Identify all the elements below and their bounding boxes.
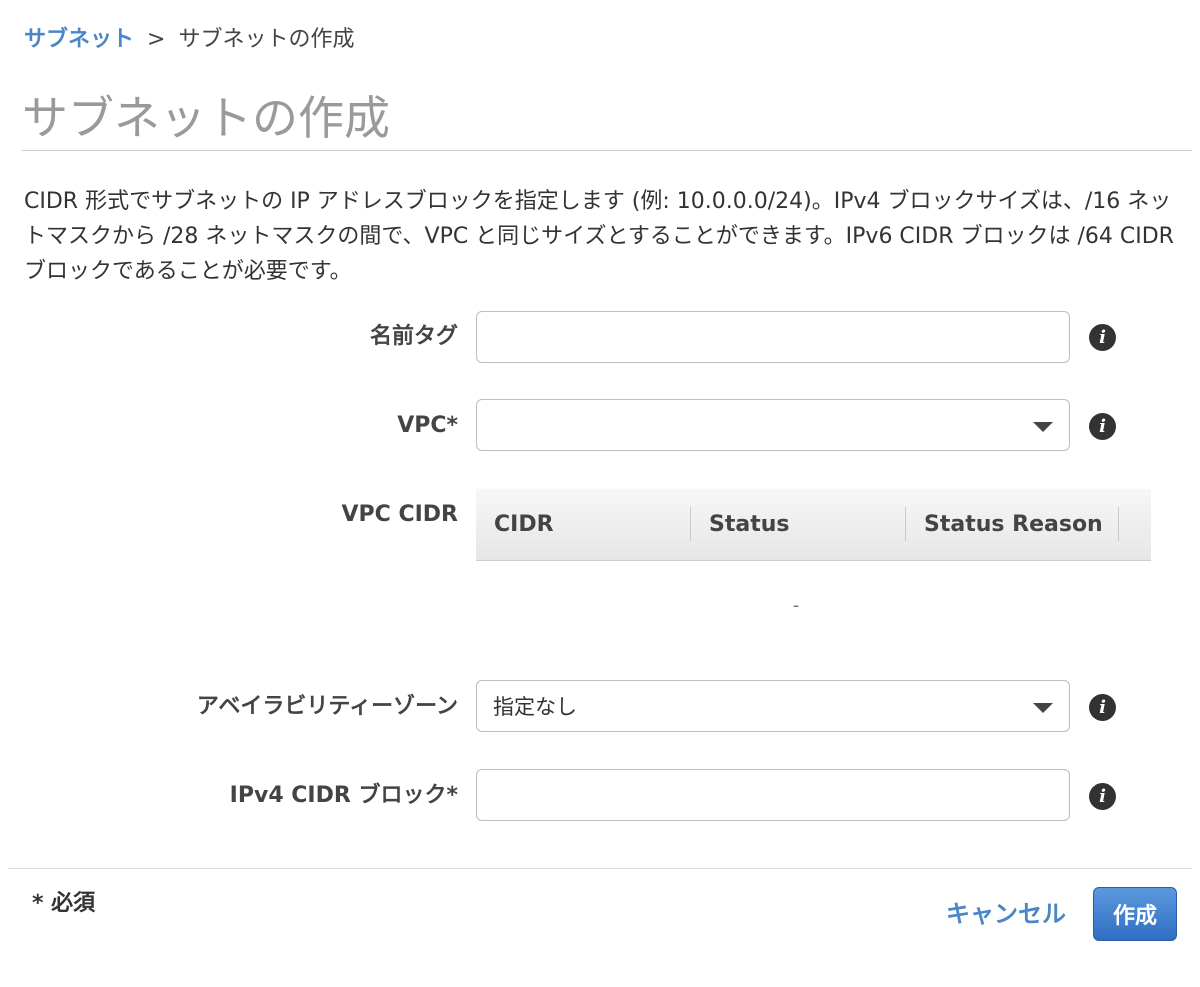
vpc-label: VPC* [397, 413, 458, 438]
vpc-cidr-label: VPC CIDR [341, 502, 459, 527]
availability-zone-selected-value: 指定なし [493, 695, 577, 719]
vpc-cidr-empty-placeholder: - [792, 595, 800, 616]
ipv4-cidr-input[interactable] [476, 769, 1070, 821]
breadcrumb-subnets-link[interactable]: サブネット [24, 27, 134, 52]
column-header-cidr[interactable]: CIDR [476, 489, 691, 561]
availability-zone-select[interactable]: 指定なし [476, 680, 1070, 732]
name-tag-label: 名前タグ [369, 324, 458, 349]
caret-down-icon [1033, 703, 1053, 713]
vpc-cidr-table-header: CIDR Status Status Reason [476, 489, 1151, 561]
info-icon[interactable]: i [1089, 783, 1116, 810]
title-divider [22, 150, 1192, 151]
breadcrumb-separator: > [147, 27, 166, 52]
breadcrumb-current: サブネットの作成 [178, 27, 355, 52]
description-text: CIDR 形式でサブネットの IP アドレスブロックを指定します (例: 10.… [24, 189, 1174, 284]
cancel-button[interactable]: キャンセル [946, 898, 1066, 930]
info-icon[interactable]: i [1089, 694, 1116, 721]
name-tag-input[interactable] [476, 311, 1070, 363]
required-note: * 必須 [32, 891, 96, 916]
caret-down-icon [1033, 422, 1053, 432]
info-icon[interactable]: i [1089, 324, 1116, 351]
breadcrumb: サブネット > サブネットの作成 [24, 24, 354, 56]
info-icon[interactable]: i [1089, 413, 1116, 440]
column-header-status[interactable]: Status [691, 489, 906, 561]
ipv4-cidr-label: IPv4 CIDR ブロック* [229, 783, 458, 808]
create-button[interactable]: 作成 [1093, 887, 1177, 941]
page-title: サブネットの作成 [22, 91, 390, 145]
availability-zone-label: アベイラビリティーゾーン [196, 694, 458, 719]
footer-divider [8, 868, 1192, 869]
column-header-status-reason[interactable]: Status Reason [906, 489, 1119, 561]
vpc-select[interactable] [476, 399, 1070, 451]
